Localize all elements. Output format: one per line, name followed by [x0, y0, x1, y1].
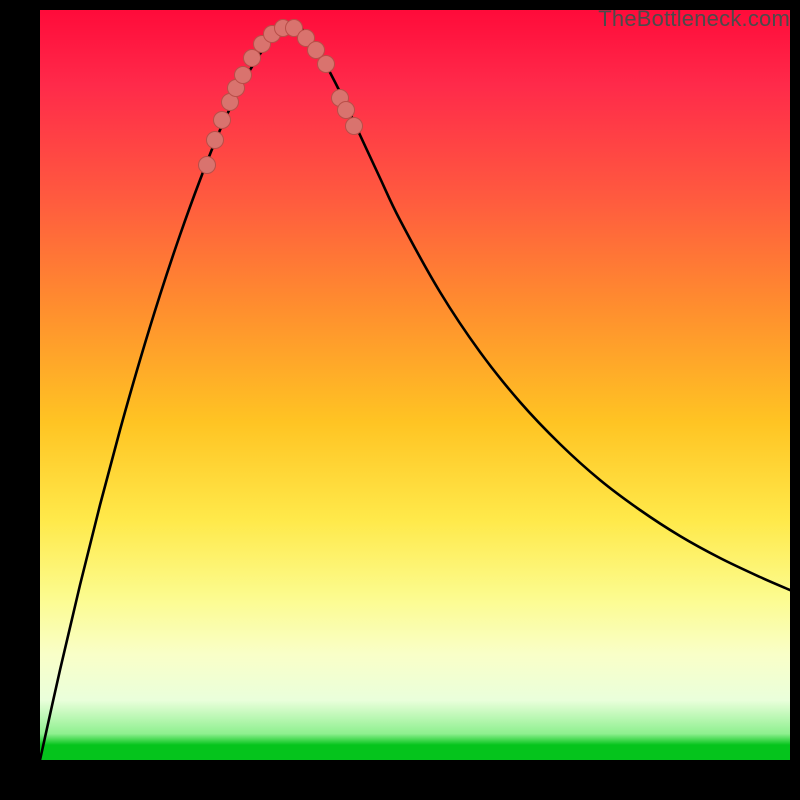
curve-layer — [40, 10, 790, 760]
data-marker — [199, 157, 216, 174]
data-marker — [214, 112, 231, 129]
chart-frame: TheBottleneck.com — [0, 0, 800, 800]
plot-area — [40, 10, 790, 760]
data-marker — [207, 132, 224, 149]
marker-group — [199, 20, 363, 174]
data-marker — [235, 67, 252, 84]
data-marker — [308, 42, 325, 59]
watermark-text: TheBottleneck.com — [598, 6, 790, 32]
bottleneck-curve — [40, 25, 792, 760]
data-marker — [244, 50, 261, 67]
data-marker — [338, 102, 355, 119]
data-marker — [346, 118, 363, 135]
data-marker — [318, 56, 335, 73]
